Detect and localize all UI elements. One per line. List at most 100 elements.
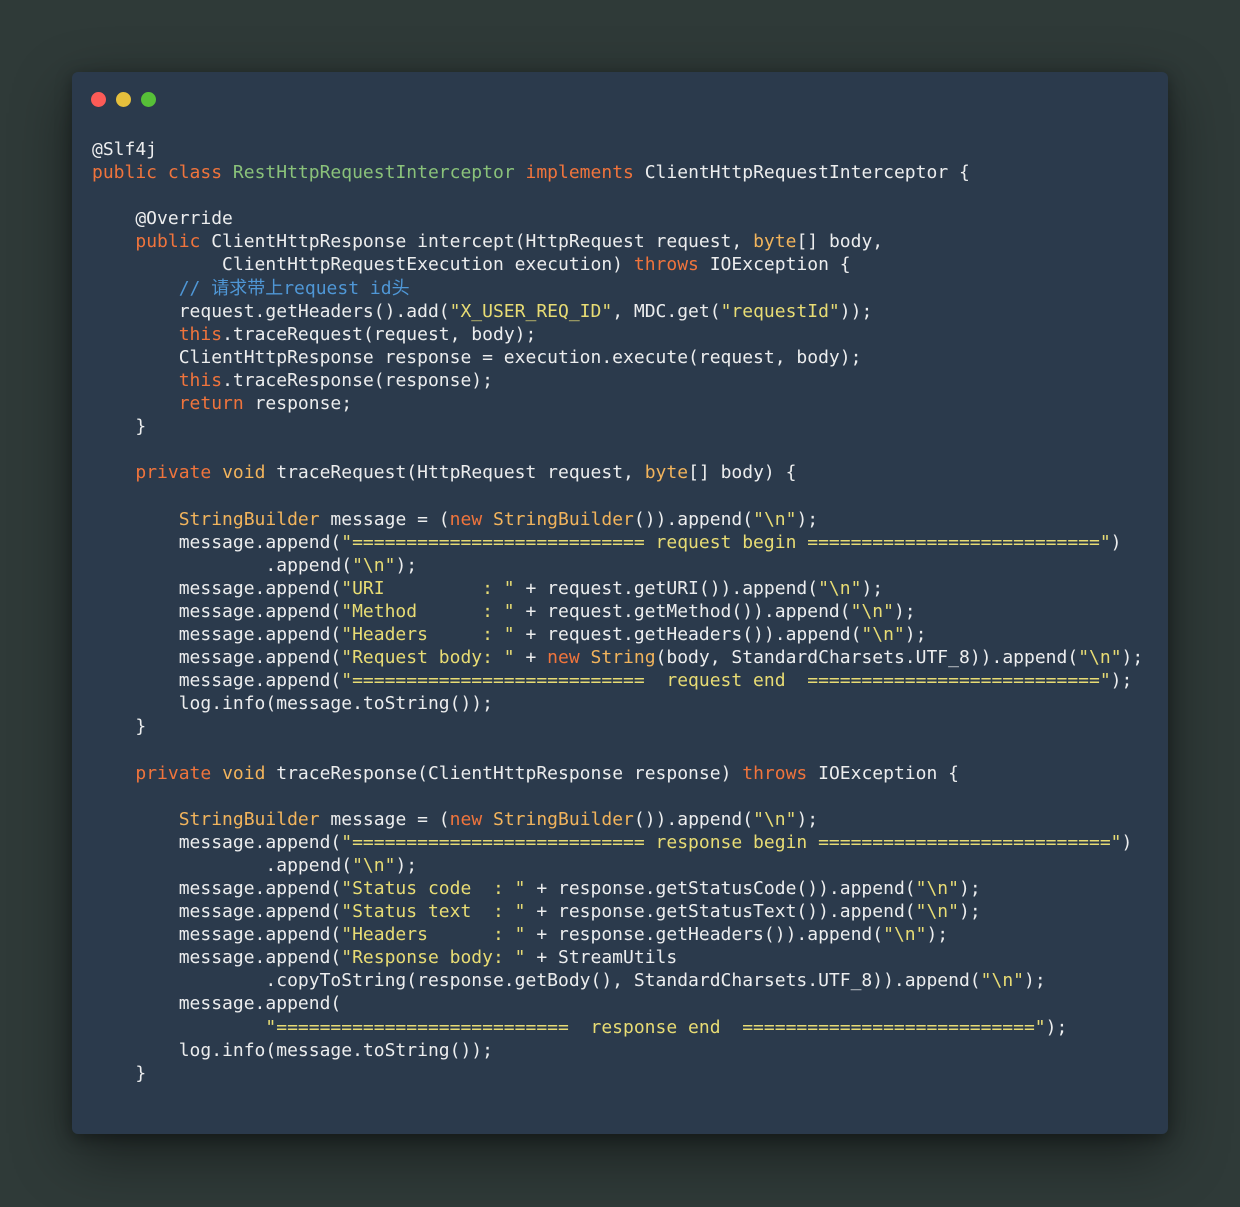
code-token: .traceRequest(request, body); [222, 323, 537, 345]
code-block: @Slf4j public class RestHttpRequestInterc… [92, 138, 1143, 1085]
code-token: ); [958, 878, 981, 899]
code-line: request.getHeaders().add("X_USER_REQ_ID"… [92, 300, 1143, 323]
code-token: ) [1121, 831, 1133, 853]
code-token: ()).append( [633, 808, 754, 830]
code-line: // 请求带上request id头 [92, 277, 1143, 300]
close-dot-icon[interactable] [91, 92, 106, 107]
code-token: message.append( [92, 901, 342, 923]
code-token: message.append( [92, 670, 342, 692]
code-token: traceRequest(HttpRequest request, [276, 462, 645, 484]
code-token: , MDC.get( [612, 300, 721, 322]
code-line: log.info(message.toString()); [92, 692, 1143, 715]
code-line: .append("\n"); [92, 554, 1143, 577]
maximize-dot-icon[interactable] [141, 92, 156, 107]
code-token: + [514, 647, 548, 669]
code-line: message.append("========================… [92, 831, 1143, 854]
code-token: throws [742, 762, 819, 784]
code-token: message.append( [92, 993, 342, 1015]
code-token: } [92, 416, 147, 438]
code-line: message.append("Response body: " + Strea… [92, 946, 1143, 969]
code-token: StringBuilder [178, 808, 331, 830]
code-token: message.append( [92, 623, 342, 645]
code-token: + response.getHeaders()).append( [525, 924, 884, 946]
code-token: return [178, 393, 255, 415]
code-line: } [92, 1062, 1143, 1085]
code-token: "=========================== request end… [341, 670, 1111, 692]
code-token: "\n" [352, 854, 396, 876]
code-token: ); [1024, 970, 1046, 992]
code-token: ); [958, 901, 981, 923]
code-token: "\n" [980, 970, 1024, 992]
code-line: message.append("Headers : " + response.g… [92, 923, 1143, 946]
code-token: "Headers : " [341, 924, 526, 946]
code-token: byte [753, 231, 797, 253]
code-line: public class RestHttpRequestInterceptor … [92, 161, 1143, 184]
code-token: "\n" [753, 808, 797, 830]
code-token: message.append( [92, 947, 342, 969]
code-line: log.info(message.toString()); [92, 1039, 1143, 1062]
code-line: ClientHttpRequestExecution execution) th… [92, 253, 1143, 276]
code-line: @Slf4j [92, 138, 1143, 161]
code-token: request.getHeaders().add( [92, 300, 450, 322]
code-token: "\n" [1078, 647, 1122, 669]
code-token: new [449, 508, 493, 530]
code-token: StringBuilder [178, 508, 331, 530]
code-line: private void traceResponse(ClientHttpRes… [92, 762, 1143, 785]
code-token: @Override [92, 208, 233, 230]
code-line: .append("\n"); [92, 854, 1143, 877]
code-line: message.append("URI : " + request.getURI… [92, 577, 1143, 600]
code-token: this [178, 323, 223, 345]
code-window: @Slf4j public class RestHttpRequestInterc… [72, 72, 1168, 1134]
code-token: + request.getMethod()).append( [514, 600, 851, 622]
code-token: )); [839, 300, 873, 322]
code-token: "=========================== response en… [92, 1016, 1046, 1038]
code-token: IOException { [818, 762, 959, 784]
code-token: message.append( [92, 924, 342, 946]
code-line: "=========================== response en… [92, 1016, 1143, 1039]
code-token: new [547, 647, 591, 669]
code-token: + request.getHeaders()).append( [514, 623, 862, 645]
code-token: void [222, 462, 277, 484]
code-token: ); [861, 577, 884, 599]
code-token: "=========================== response be… [341, 831, 1122, 853]
code-token: implements [525, 162, 645, 184]
code-token: "\n" [753, 508, 797, 530]
code-token: this [178, 369, 223, 391]
code-token: StringBuilder [493, 508, 634, 530]
code-token: private [135, 462, 223, 484]
code-token: public class [92, 162, 233, 184]
code-line: message.append("Request body: " + new St… [92, 646, 1144, 669]
code-token: "requestId" [720, 300, 840, 322]
code-token: ); [893, 600, 916, 622]
code-token: message = ( [330, 508, 450, 530]
code-line: private void traceRequest(HttpRequest re… [92, 461, 1143, 484]
code-token: ) [1110, 531, 1122, 553]
code-token: ()).append( [633, 508, 754, 530]
code-line: message.append("Status code : " + respon… [92, 877, 1143, 900]
code-token: "URI : " [341, 577, 515, 599]
code-token: message.append( [92, 647, 342, 669]
code-token: ); [796, 508, 819, 530]
code-line: .copyToString(response.getBody(), Standa… [92, 969, 1143, 992]
code-token: "Response body: " [341, 947, 526, 969]
code-line: this.traceRequest(request, body); [92, 323, 1143, 346]
code-token: "Status text : " [341, 901, 526, 923]
code-token: } [92, 716, 147, 738]
code-token: ); [1045, 1016, 1068, 1038]
minimize-dot-icon[interactable] [116, 92, 131, 107]
code-line: ClientHttpResponse response = execution.… [92, 346, 1143, 369]
code-token: ); [395, 554, 418, 576]
code-line: StringBuilder message = (new StringBuild… [92, 808, 1143, 831]
code-token: "\n" [850, 600, 894, 622]
code-token: "Request body: " [341, 647, 515, 669]
code-token: ClientHttpRequestExecution execution) [92, 254, 634, 276]
code-token: String [590, 647, 656, 669]
code-token: ); [1121, 647, 1144, 669]
code-token: message.append( [92, 531, 342, 553]
